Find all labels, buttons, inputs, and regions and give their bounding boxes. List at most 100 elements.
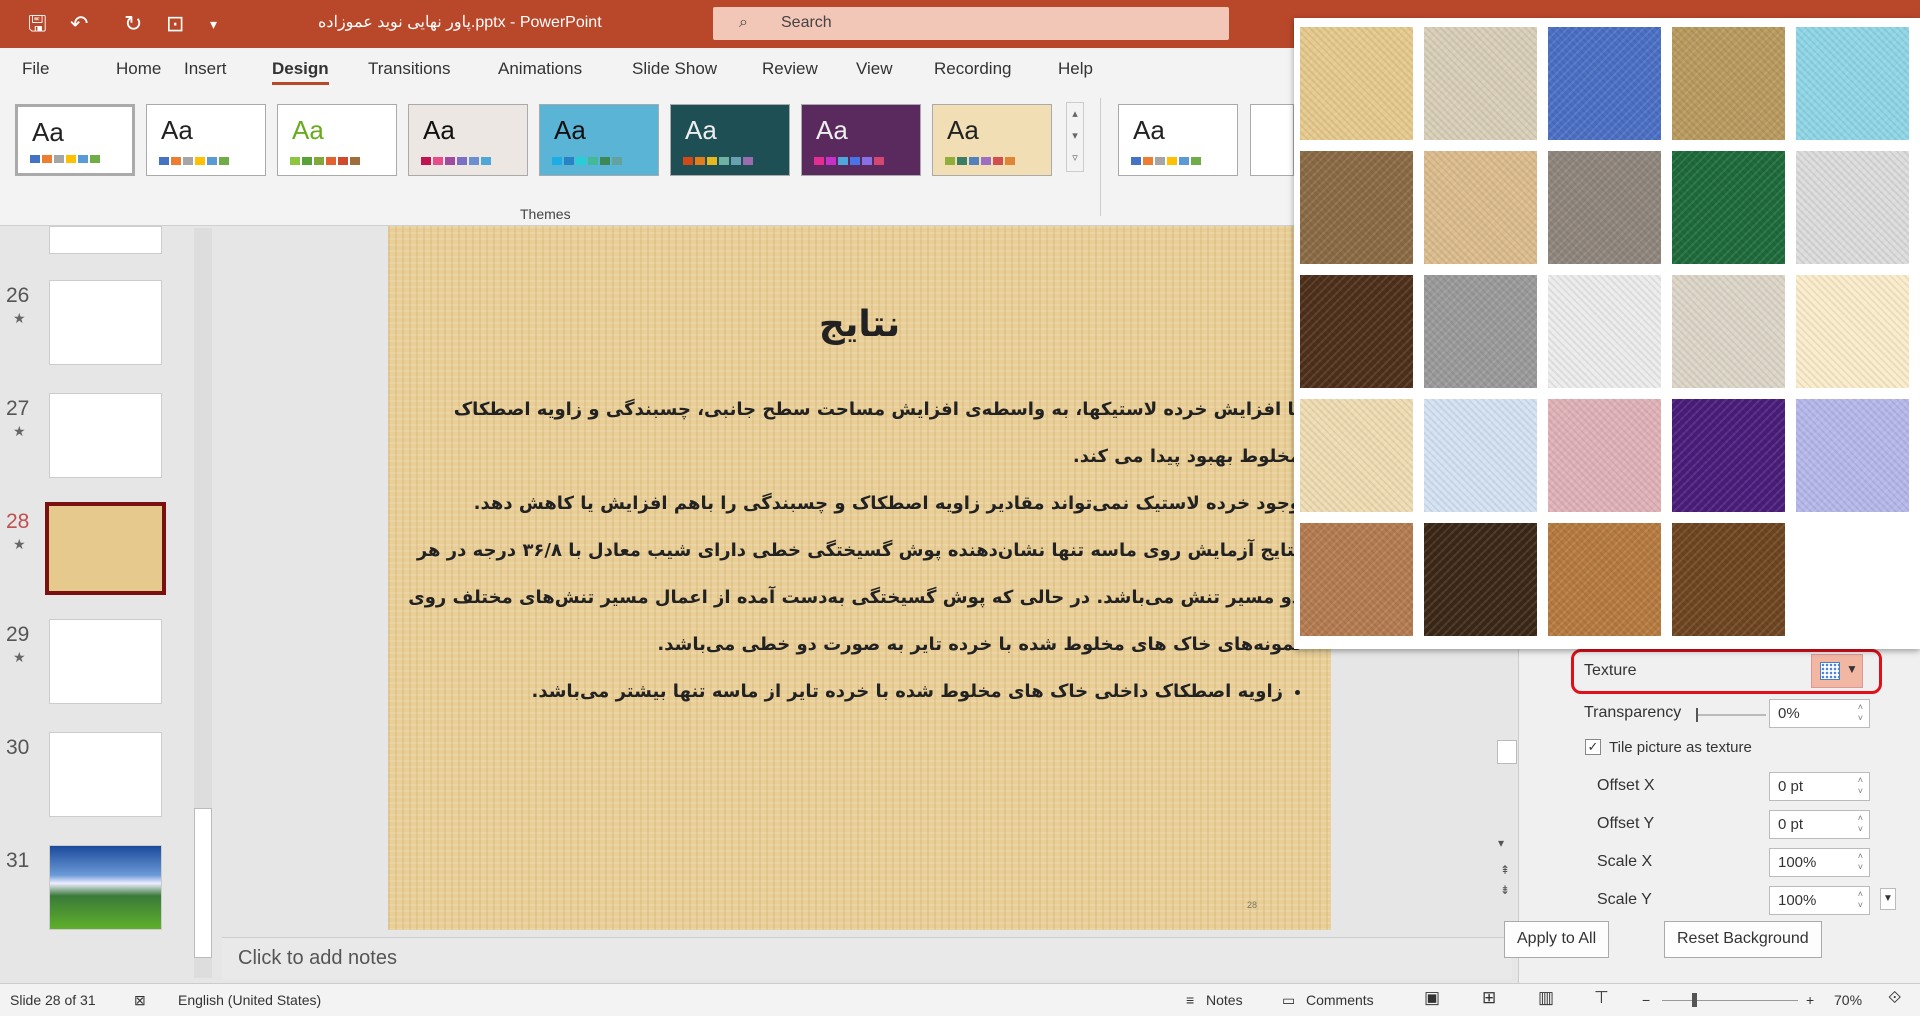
comments-button[interactable]: Comments [1306, 992, 1374, 1008]
tab-file[interactable]: File [22, 59, 49, 79]
slide-body[interactable]: با افزایش خرده لاستیکها، به واسطه‌ی افزا… [401, 386, 1301, 715]
zoom-out-icon[interactable]: − [1642, 992, 1650, 1008]
undo-icon[interactable]: ↶ [70, 10, 88, 38]
texture-tile[interactable] [1796, 275, 1909, 388]
offset-y-input[interactable]: 0 pt ˄ ˅ [1769, 810, 1870, 839]
slide-thumbnail-27[interactable] [49, 393, 162, 478]
texture-tile[interactable] [1424, 399, 1537, 512]
fit-to-window-icon[interactable]: ⟐ [1888, 988, 1901, 1008]
texture-tile[interactable] [1300, 27, 1413, 140]
swatch [1179, 157, 1189, 165]
comments-icon[interactable]: ▭ [1282, 992, 1295, 1009]
tile-checkbox[interactable]: ✓ [1585, 739, 1601, 755]
accessibility-icon[interactable]: ⊠ [134, 992, 146, 1009]
texture-tile[interactable] [1300, 151, 1413, 264]
texture-tile[interactable] [1672, 151, 1785, 264]
slide-sorter-icon[interactable]: ⊞ [1482, 988, 1496, 1008]
search-box[interactable]: ⌕ Search [713, 7, 1229, 40]
normal-view-icon[interactable]: ▣ [1424, 988, 1440, 1008]
theme-thumbnail[interactable]: Aa [932, 104, 1052, 176]
texture-tile[interactable] [1672, 399, 1785, 512]
swatch [826, 157, 836, 165]
zoom-in-icon[interactable]: + [1806, 992, 1814, 1008]
slide-thumbnail-29[interactable] [49, 619, 162, 704]
reading-view-icon[interactable]: ▥ [1538, 988, 1554, 1008]
pane-scroll-down[interactable]: ▼ [1880, 888, 1896, 910]
language[interactable]: English (United States) [178, 992, 321, 1008]
texture-picker-button[interactable]: ▼ [1811, 654, 1863, 688]
scale-y-input[interactable]: 100% ˄ ˅ [1769, 886, 1870, 915]
theme-thumbnail[interactable]: Aa [801, 104, 921, 176]
tab-insert[interactable]: Insert [184, 59, 227, 79]
notes-button[interactable]: Notes [1206, 992, 1243, 1008]
customize-icon[interactable]: ▾ [210, 10, 217, 38]
theme-thumbnail[interactable]: Aa [539, 104, 659, 176]
tab-view[interactable]: View [856, 59, 893, 79]
prev-next-slide-icon[interactable]: ⇞ ⇟ [1500, 860, 1510, 900]
notes-icon[interactable]: ≡ [1186, 992, 1194, 1008]
slide-thumbnail-31[interactable] [49, 845, 162, 930]
thumbnails-scrollbar[interactable] [194, 228, 212, 978]
slide-show-icon[interactable]: ⊤ [1594, 988, 1609, 1008]
texture-tile[interactable] [1548, 151, 1661, 264]
theme-thumbnail[interactable]: Aa [277, 104, 397, 176]
redo-icon[interactable]: ↻ [124, 10, 142, 38]
texture-tile[interactable] [1548, 399, 1661, 512]
texture-tile[interactable] [1424, 151, 1537, 264]
tab-design[interactable]: Design [272, 59, 329, 85]
texture-tile[interactable] [1424, 27, 1537, 140]
theme-thumbnail[interactable] [1250, 104, 1294, 176]
tab-slide-show[interactable]: Slide Show [632, 59, 717, 79]
swatch [90, 155, 100, 163]
scroll-down-icon[interactable]: ▾ [1498, 836, 1504, 850]
slide-thumbnail-30[interactable] [49, 732, 162, 817]
texture-tile[interactable] [1796, 151, 1909, 264]
tab-home[interactable]: Home [116, 59, 161, 79]
tab-animations[interactable]: Animations [498, 59, 582, 79]
tab-help[interactable]: Help [1058, 59, 1093, 79]
start-from-beginning-icon[interactable]: ⊡ [166, 10, 184, 38]
theme-thumbnail[interactable]: Aa [1118, 104, 1238, 176]
texture-tile[interactable] [1424, 523, 1537, 636]
slide-thumbnail-25[interactable] [49, 226, 162, 254]
canvas-scroll-thumb[interactable] [1497, 740, 1517, 764]
tab-transitions[interactable]: Transitions [368, 59, 451, 79]
theme-aa: Aa [947, 115, 979, 145]
texture-tile[interactable] [1548, 523, 1661, 636]
zoom-level[interactable]: 70% [1834, 992, 1862, 1008]
texture-tile[interactable] [1672, 275, 1785, 388]
transparency-slider[interactable] [1696, 708, 1766, 722]
tab-recording[interactable]: Recording [934, 59, 1012, 79]
theme-thumbnail[interactable]: Aa [15, 104, 135, 176]
theme-thumbnail[interactable]: Aa [670, 104, 790, 176]
texture-tile[interactable] [1300, 523, 1413, 636]
tab-review[interactable]: Review [762, 59, 818, 79]
texture-tile[interactable] [1548, 275, 1661, 388]
texture-tile[interactable] [1424, 275, 1537, 388]
texture-tile[interactable] [1300, 275, 1413, 388]
slide-title[interactable]: نتایج [388, 304, 1331, 345]
theme-thumbnail[interactable]: Aa [408, 104, 528, 176]
slide-canvas[interactable]: نتایج با افزایش خرده لاستیکها، به واسطه‌… [388, 226, 1331, 930]
swatch [981, 157, 991, 165]
offset-x-input[interactable]: 0 pt ˄ ˅ [1769, 772, 1870, 801]
notes-pane[interactable]: Click to add notes [222, 937, 1512, 980]
save-icon[interactable]: 🖫 [28, 10, 47, 38]
scale-x-input[interactable]: 100% ˄ ˅ [1769, 848, 1870, 877]
apply-to-all-button[interactable]: Apply to All [1504, 921, 1610, 958]
zoom-slider[interactable] [1662, 993, 1798, 1007]
theme-thumbnail[interactable]: Aa [146, 104, 266, 176]
themes-scroll[interactable]: ▴ ▾ ▿ [1066, 102, 1084, 172]
texture-tile[interactable] [1548, 27, 1661, 140]
reset-background-button[interactable]: Reset Background [1664, 921, 1822, 958]
texture-tile[interactable] [1300, 399, 1413, 512]
swatch [612, 157, 622, 165]
texture-tile[interactable] [1672, 27, 1785, 140]
transparency-input[interactable]: 0% ˄ ˅ [1769, 699, 1870, 728]
slide-thumbnail-28[interactable] [45, 502, 166, 595]
texture-tile[interactable] [1796, 399, 1909, 512]
texture-tile[interactable] [1672, 523, 1785, 636]
texture-tile[interactable] [1796, 27, 1909, 140]
slide-thumbnail-26[interactable] [49, 280, 162, 365]
scroll-thumb[interactable] [194, 808, 212, 958]
